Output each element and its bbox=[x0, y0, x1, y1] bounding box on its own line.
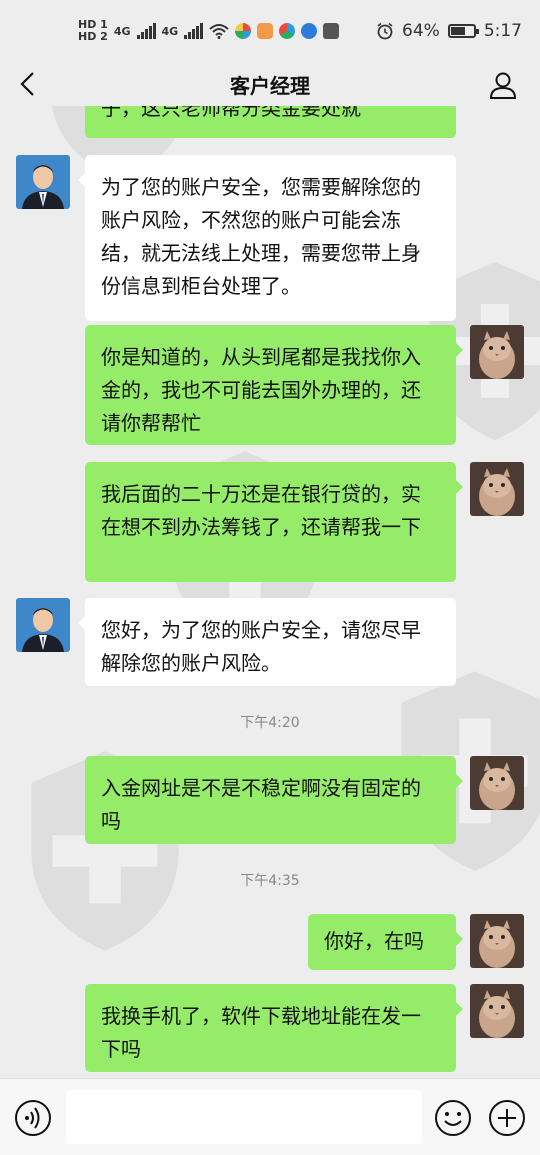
user-profile-icon[interactable] bbox=[488, 70, 518, 100]
incoming-message-bubble[interactable]: 您好，为了您的账户安全，请您尽早解除您的账户风险。 bbox=[78, 598, 456, 686]
back-arrow-icon[interactable] bbox=[16, 70, 40, 98]
message-timestamp: 下午4:35 bbox=[240, 873, 300, 889]
app-notification-icon bbox=[301, 23, 318, 39]
outgoing-message-bubble[interactable]: 你是知道的，从头到尾都是我找你入金的，我也不可能去国外办理的，还请你帮帮忙 bbox=[85, 325, 463, 445]
self-avatar[interactable] bbox=[470, 462, 524, 516]
alarm-icon bbox=[377, 22, 393, 40]
self-avatar[interactable] bbox=[470, 756, 524, 810]
message-input[interactable] bbox=[66, 1090, 422, 1144]
status-icons-right: 64% 5:17 bbox=[376, 21, 522, 41]
app-notification-icon bbox=[323, 23, 340, 39]
input-bar bbox=[0, 1078, 540, 1155]
battery-percent: 64% bbox=[402, 21, 440, 41]
contact-avatar[interactable] bbox=[16, 155, 70, 209]
contact-avatar[interactable] bbox=[16, 598, 70, 652]
outgoing-message-bubble[interactable]: 子，这只老师帮分类金要处就 bbox=[85, 106, 456, 138]
hd2-label: HD 2 bbox=[78, 30, 108, 43]
plus-icon[interactable] bbox=[488, 1099, 526, 1137]
message-list[interactable]: 子，这只老师帮分类金要处就 为了您的账户安全，您需要解除您的账户风险，不然您的账… bbox=[0, 106, 540, 1078]
outgoing-message-bubble[interactable]: 你好，在吗 bbox=[308, 914, 463, 970]
wifi-icon bbox=[209, 24, 229, 39]
incoming-message-bubble[interactable]: 为了您的账户安全，您需要解除您的账户风险，不然您的账户可能会冻结，就无法线上处理… bbox=[78, 155, 456, 321]
message-timestamp: 下午4:20 bbox=[240, 715, 300, 731]
app-notification-icon bbox=[257, 23, 274, 39]
app-notification-icon bbox=[235, 23, 252, 39]
outgoing-message-bubble[interactable]: 入金网址是不是不稳定啊没有固定的吗 bbox=[85, 756, 463, 844]
hd-indicator: HD 1 HD 2 bbox=[78, 19, 108, 43]
chat-title: 客户经理 bbox=[230, 73, 310, 98]
clock: 5:17 bbox=[483, 21, 522, 41]
emoji-icon[interactable] bbox=[434, 1099, 472, 1137]
chat-header: 客户经理 bbox=[0, 62, 540, 106]
signal-icon bbox=[136, 23, 156, 39]
net2-label: 4G bbox=[161, 24, 179, 38]
status-bar: HD 1 HD 2 4G 4G 64% 5:17 bbox=[0, 0, 540, 62]
voice-icon[interactable] bbox=[14, 1099, 52, 1137]
outgoing-message-bubble[interactable]: 我后面的二十万还是在银行贷的，实在想不到办法筹钱了，还请帮我一下 bbox=[85, 462, 463, 582]
status-icons-left: HD 1 HD 2 4G 4G bbox=[78, 19, 340, 43]
battery-icon bbox=[447, 24, 479, 38]
net1-label: 4G bbox=[113, 24, 131, 38]
signal-icon bbox=[184, 23, 204, 39]
self-avatar[interactable] bbox=[470, 914, 524, 968]
outgoing-message-bubble[interactable]: 我换手机了，软件下载地址能在发一下吗 bbox=[85, 984, 463, 1072]
app-notification-icon bbox=[279, 23, 296, 39]
self-avatar[interactable] bbox=[470, 325, 524, 379]
self-avatar[interactable] bbox=[470, 984, 524, 1038]
